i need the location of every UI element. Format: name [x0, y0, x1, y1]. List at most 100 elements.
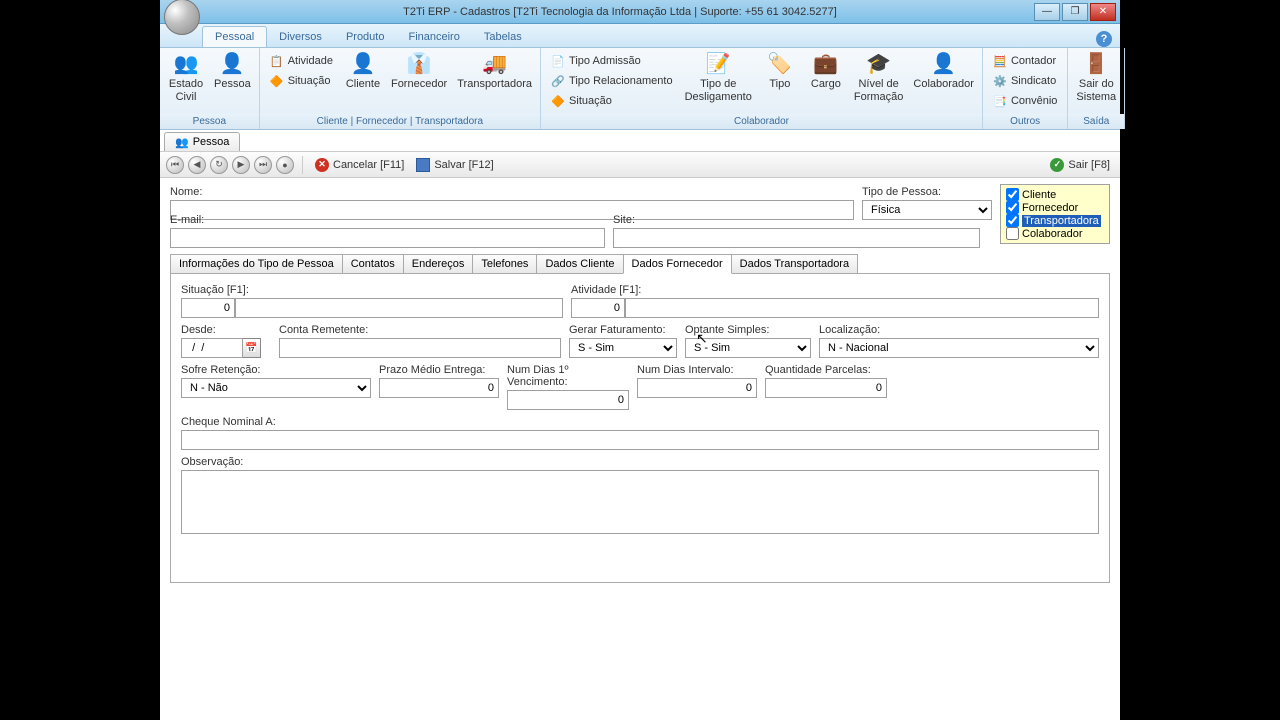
exit-icon: ✓ — [1050, 158, 1064, 172]
localizacao-label: Localização: — [819, 324, 1099, 336]
menu-tab-tabelas[interactable]: Tabelas — [472, 27, 534, 47]
optante-simples-select[interactable]: S - Sim — [685, 338, 811, 358]
toolbar: ⏮ ◀ ↻ ▶ ⏭ ● ✕ Cancelar [F11] Salvar [F12… — [160, 152, 1120, 178]
sair-sistema-button[interactable]: 🚪Sair doSistema — [1072, 50, 1120, 106]
tipo-button[interactable]: 🏷️Tipo — [758, 50, 802, 93]
conta-remetente-label: Conta Remetente: — [279, 324, 561, 336]
site-input[interactable] — [613, 228, 980, 248]
minimize-button[interactable]: — — [1034, 3, 1060, 21]
situacao-label: Situação [F1]: — [181, 284, 563, 296]
close-button[interactable]: ✕ — [1090, 3, 1116, 21]
situacao-button[interactable]: 🔶Situação — [264, 72, 339, 90]
tipo-relacionamento-button[interactable]: 🔗Tipo Relacionamento — [545, 72, 679, 90]
situacao-code-input[interactable] — [181, 298, 235, 318]
transportadora-button[interactable]: 🚚Transportadora — [453, 50, 536, 93]
nav-last-button[interactable]: ⏭ — [254, 156, 272, 174]
window-title: T2Ti ERP - Cadastros [T2Ti Tecnologia da… — [206, 6, 1034, 18]
exit-label: Sair [F8] — [1068, 159, 1110, 171]
nivel-formacao-icon: 🎓 — [865, 52, 893, 76]
email-input[interactable] — [170, 228, 605, 248]
tipo-admissao-button[interactable]: 📄Tipo Admissão — [545, 52, 679, 70]
conta-remetente-input[interactable] — [279, 338, 561, 358]
calendar-icon[interactable]: 📅 — [243, 338, 261, 358]
gerar-faturamento-select[interactable]: S - Sim — [569, 338, 677, 358]
tipo-icon: 🏷️ — [766, 52, 794, 76]
opt-fornecedor[interactable]: Fornecedor — [1006, 201, 1104, 214]
sofre-retencao-select[interactable]: N - Não — [181, 378, 371, 398]
atividade-icon: 📋 — [270, 54, 284, 68]
menu-tab-produto[interactable]: Produto — [334, 27, 397, 47]
optante-simples-label: Optante Simples: — [685, 324, 811, 336]
desde-label: Desde: — [181, 324, 271, 336]
nav-next-button[interactable]: ▶ — [232, 156, 250, 174]
ribbon-group-label: Outros — [983, 114, 1067, 129]
subtab-telefones[interactable]: Telefones — [472, 254, 537, 274]
situacao-colab-button[interactable]: 🔶Situação — [545, 92, 679, 110]
colaborador-button[interactable]: 👤Colaborador — [909, 50, 978, 93]
subtab-dados-fornecedor[interactable]: Dados Fornecedor — [623, 254, 732, 274]
menu-tab-diversos[interactable]: Diversos — [267, 27, 334, 47]
cliente-button[interactable]: 👤Cliente — [341, 50, 385, 93]
subtab-endere-os[interactable]: Endereços — [403, 254, 474, 274]
atividade-code-input[interactable] — [571, 298, 625, 318]
convenio-button[interactable]: 📑Convênio — [987, 92, 1063, 110]
subtab-contatos[interactable]: Contatos — [342, 254, 404, 274]
colaborador-icon: 👤 — [930, 52, 958, 76]
opt-transportadora[interactable]: Transportadora — [1006, 214, 1104, 227]
subtab-dados-transportadora[interactable]: Dados Transportadora — [731, 254, 858, 274]
sindicato-icon: ⚙️ — [993, 74, 1007, 88]
nivel-formacao-button[interactable]: 🎓Nível deFormação — [850, 50, 908, 106]
localizacao-select[interactable]: N - Nacional — [819, 338, 1099, 358]
transportadora-icon: 🚚 — [481, 52, 509, 76]
contador-button[interactable]: 🧮Contador — [987, 52, 1063, 70]
atividade-button[interactable]: 📋Atividade — [264, 52, 339, 70]
subtab-dados-cliente[interactable]: Dados Cliente — [536, 254, 623, 274]
cliente-icon: 👤 — [349, 52, 377, 76]
num-dias-venc-input[interactable] — [507, 390, 629, 410]
app-orb-icon[interactable] — [164, 0, 200, 35]
observacao-textarea[interactable] — [181, 470, 1099, 534]
nome-label: Nome: — [170, 186, 854, 198]
opt-colaborador[interactable]: Colaborador — [1006, 227, 1104, 240]
exit-button[interactable]: ✓ Sair [F8] — [1046, 156, 1114, 174]
nav-first-button[interactable]: ⏮ — [166, 156, 184, 174]
desde-input[interactable] — [181, 338, 243, 358]
num-dias-interv-input[interactable] — [637, 378, 757, 398]
nav-refresh-button[interactable]: ↻ — [210, 156, 228, 174]
nav-extra-button[interactable]: ● — [276, 156, 294, 174]
prazo-medio-input[interactable] — [379, 378, 499, 398]
menu-tab-financeiro[interactable]: Financeiro — [396, 27, 471, 47]
people-icon: 👥 — [175, 136, 189, 149]
qtd-parcelas-label: Quantidade Parcelas: — [765, 364, 887, 376]
cheque-nominal-label: Cheque Nominal A: — [181, 416, 1099, 428]
nav-prev-button[interactable]: ◀ — [188, 156, 206, 174]
cancel-icon: ✕ — [315, 158, 329, 172]
maximize-button[interactable]: ❐ — [1062, 3, 1088, 21]
estado-civil-button[interactable]: 👥EstadoCivil — [164, 50, 208, 106]
opt-cliente[interactable]: Cliente — [1006, 188, 1104, 201]
sofre-retencao-label: Sofre Retenção: — [181, 364, 371, 376]
cheque-nominal-input[interactable] — [181, 430, 1099, 450]
email-label: E-mail: — [170, 214, 605, 226]
qtd-parcelas-input[interactable] — [765, 378, 887, 398]
document-tab-pessoa[interactable]: 👥 Pessoa — [164, 132, 240, 151]
pessoa-icon: 👤 — [218, 52, 246, 76]
sindicato-button[interactable]: ⚙️Sindicato — [987, 72, 1063, 90]
sair-sistema-icon: 🚪 — [1082, 52, 1110, 76]
tipo-desligamento-button[interactable]: 📝Tipo deDesligamento — [681, 50, 756, 106]
cargo-button[interactable]: 💼Cargo — [804, 50, 848, 93]
num-dias-interv-label: Num Dias Intervalo: — [637, 364, 757, 376]
document-tab-bar: 👥 Pessoa — [160, 130, 1120, 152]
subtab-informa-es-do-tipo-de-pessoa[interactable]: Informações do Tipo de Pessoa — [170, 254, 343, 274]
menu-bar: Pessoal Diversos Produto Financeiro Tabe… — [160, 24, 1120, 48]
save-button[interactable]: Salvar [F12] — [412, 156, 497, 174]
atividade-desc-input[interactable] — [625, 298, 1099, 318]
situacao-desc-input[interactable] — [235, 298, 563, 318]
menu-tab-pessoal[interactable]: Pessoal — [202, 26, 267, 47]
tipo-relacionamento-icon: 🔗 — [551, 74, 565, 88]
ribbon-group-label: Colaborador — [541, 114, 982, 129]
fornecedor-button[interactable]: 👔Fornecedor — [387, 50, 451, 93]
cancel-button[interactable]: ✕ Cancelar [F11] — [311, 156, 408, 174]
help-icon[interactable]: ? — [1096, 31, 1112, 47]
pessoa-button[interactable]: 👤Pessoa — [210, 50, 255, 93]
